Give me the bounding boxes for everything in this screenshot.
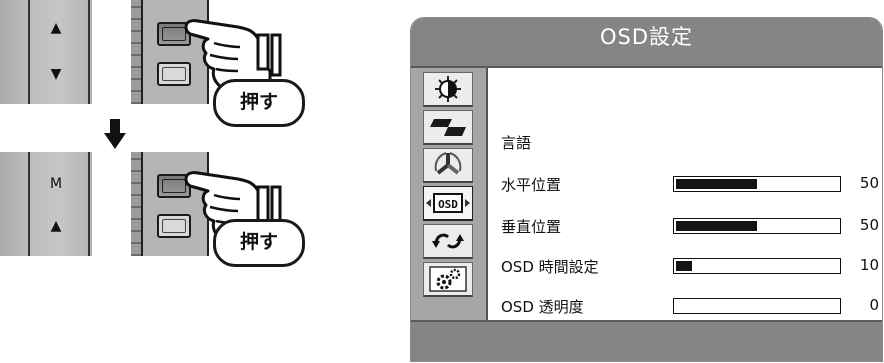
osd-timeout-slider[interactable] <box>673 258 841 274</box>
press-label-bottom: 押す <box>213 219 305 267</box>
vertical-position-slider[interactable] <box>673 218 841 234</box>
down-symbol: ▼ <box>50 66 62 82</box>
monitor-button-strip-top: ▲ ▼ <box>0 0 92 104</box>
brightness-contrast-icon[interactable] <box>423 72 473 107</box>
osd-category-column: OSD <box>411 68 488 320</box>
osd-body: OSD 言語 水平位置 50 垂直位置 50 OSD 時間設定 10 OSD 透… <box>411 66 882 322</box>
row-label-horizontal-position[interactable]: 水平位置 <box>501 174 561 195</box>
svg-text:OSD: OSD <box>438 198 458 211</box>
osd-menu-window: OSD設定 OSD 言語 水平位置 50 垂直位置 50 OSD 時間設定 10… <box>410 17 883 362</box>
row-label-osd-transparency[interactable]: OSD 透明度 <box>501 296 584 317</box>
color-icon[interactable] <box>423 148 473 183</box>
osd-icon[interactable]: OSD <box>423 186 473 221</box>
menu-item-language[interactable]: 言語 <box>501 132 531 153</box>
up-symbol: ▲ <box>50 20 62 36</box>
image-geometry-icon[interactable] <box>423 110 473 145</box>
osd-title: OSD設定 <box>599 25 694 49</box>
up-symbol: ▲ <box>50 218 62 234</box>
slider-fill <box>676 261 692 271</box>
osd-footer-bar <box>411 322 882 361</box>
osd-title-bar: OSD設定 <box>411 18 882 66</box>
osd-transparency-slider[interactable] <box>673 298 841 314</box>
row-label-vertical-position[interactable]: 垂直位置 <box>501 216 561 237</box>
row-label-osd-timeout[interactable]: OSD 時間設定 <box>501 256 599 277</box>
osd-transparency-value: 0 <box>869 296 879 314</box>
settings-icon[interactable] <box>423 262 473 297</box>
slider-fill <box>676 221 757 231</box>
arrow-down-icon <box>104 119 126 149</box>
horizontal-position-value: 50 <box>859 174 879 192</box>
slider-fill <box>676 179 757 189</box>
menu-symbol: M <box>49 176 63 192</box>
vertical-position-value: 50 <box>859 216 879 234</box>
monitor-button-strip-bottom: M ▲ <box>0 152 92 256</box>
horizontal-position-slider[interactable] <box>673 176 841 192</box>
osd-timeout-value: 10 <box>859 256 879 274</box>
press-label-top: 押す <box>213 79 305 127</box>
reset-icon[interactable] <box>423 224 473 259</box>
